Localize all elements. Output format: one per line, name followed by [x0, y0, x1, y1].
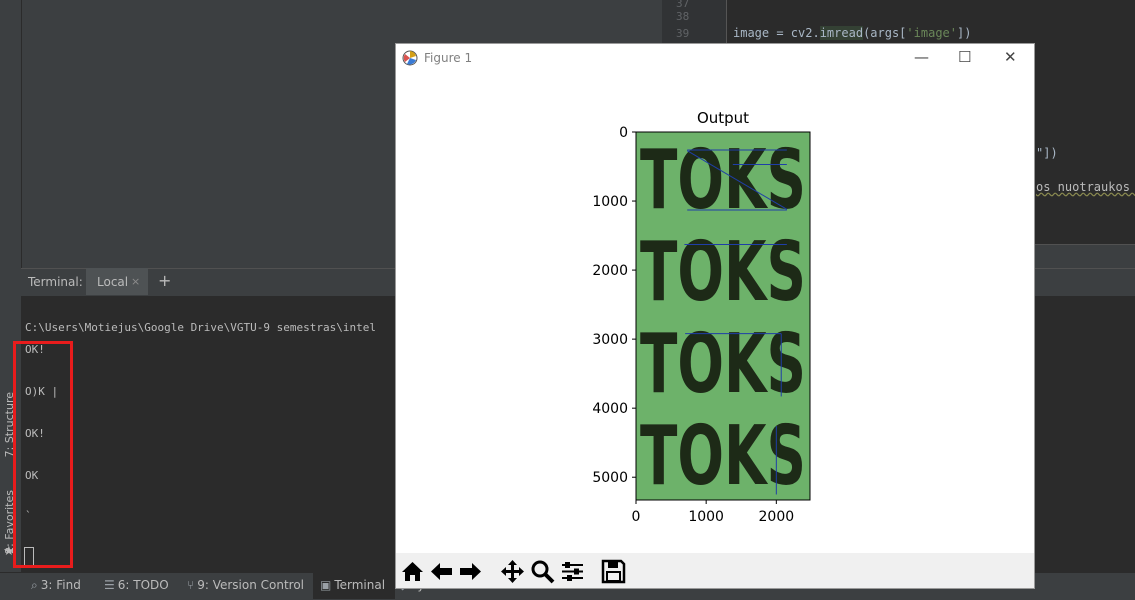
- todo-tab[interactable]: ☰ 6: TODO: [104, 578, 169, 592]
- version-control-label: 9: Version Control: [197, 578, 305, 592]
- x-tick-label: 1000: [688, 509, 724, 525]
- highlight-box: [13, 341, 73, 568]
- plot-area: TOKSTOKSTOKSTOKS0100020003000400050000 10…: [592, 125, 811, 525]
- tab-local-label: Local: [97, 275, 129, 289]
- plot-canvas[interactable]: Output TOKSTOKSTOKSTOKS01000200030004000…: [396, 66, 1034, 553]
- y-tick-label: 4000: [592, 401, 628, 417]
- code-fragment: "]): [1036, 146, 1058, 160]
- minimize-button[interactable]: —: [914, 48, 929, 66]
- code-line-39[interactable]: image = cv2.imread(args['image']): [733, 26, 971, 40]
- find-tab[interactable]: ⌕ 3: Find: [31, 578, 81, 593]
- save-icon[interactable]: [600, 558, 627, 585]
- line-number: 37: [676, 0, 690, 10]
- terminal-tab[interactable]: ▣ Terminal: [320, 578, 385, 592]
- terminal-label: Terminal:: [28, 275, 83, 289]
- find-label: 3: Find: [40, 578, 81, 592]
- maximize-button[interactable]: ☐: [958, 48, 971, 66]
- terminal-path-line: C:\Users\Motiejus\Google Drive\VGTU-9 se…: [25, 321, 376, 334]
- search-icon: ⌕: [31, 578, 38, 592]
- plot-title: Output: [697, 109, 749, 127]
- image-text: TOKS: [640, 225, 806, 320]
- code-string: 'image': [906, 26, 957, 40]
- forward-arrow-icon[interactable]: [457, 558, 484, 585]
- todo-label: 6: TODO: [117, 578, 169, 592]
- version-control-tab[interactable]: ⑂ 9: Version Control: [187, 578, 304, 592]
- list-icon: ☰: [104, 578, 115, 592]
- figure-title: Figure 1: [424, 51, 473, 65]
- back-arrow-icon[interactable]: [428, 558, 455, 585]
- code-function: imread: [819, 26, 864, 40]
- y-tick-label: 5000: [592, 470, 628, 486]
- matplotlib-icon: [402, 50, 418, 66]
- configure-subplots-icon[interactable]: [559, 558, 586, 585]
- terminal-tab-label: Terminal: [334, 578, 386, 592]
- y-tick-label: 3000: [592, 332, 628, 348]
- line-number: 38: [676, 10, 690, 23]
- figure-toolbar: [396, 553, 1034, 588]
- y-tick-label: 2000: [592, 263, 628, 279]
- zoom-icon[interactable]: [529, 558, 556, 585]
- y-tick-label: 1000: [592, 194, 628, 210]
- add-tab-button[interactable]: +: [158, 271, 171, 290]
- code-fragment: os nuotraukos ;: [1036, 180, 1135, 194]
- code-text: ]): [957, 26, 972, 40]
- x-tick-label: 2000: [759, 509, 795, 525]
- image-text: TOKS: [640, 409, 806, 504]
- x-tick-label: 0: [632, 509, 641, 525]
- line-number: 39: [676, 27, 690, 40]
- branch-icon: ⑂: [187, 578, 195, 592]
- image-text: TOKS: [640, 133, 806, 228]
- code-text: image = cv2.: [733, 26, 820, 40]
- home-icon[interactable]: [399, 558, 426, 585]
- terminal-icon: ▣: [320, 578, 332, 592]
- y-tick-label: 0: [619, 125, 628, 141]
- close-button[interactable]: ✕: [1004, 48, 1017, 66]
- code-text: (args[: [863, 26, 907, 40]
- pan-icon[interactable]: [499, 558, 526, 585]
- close-icon[interactable]: ×: [131, 275, 140, 288]
